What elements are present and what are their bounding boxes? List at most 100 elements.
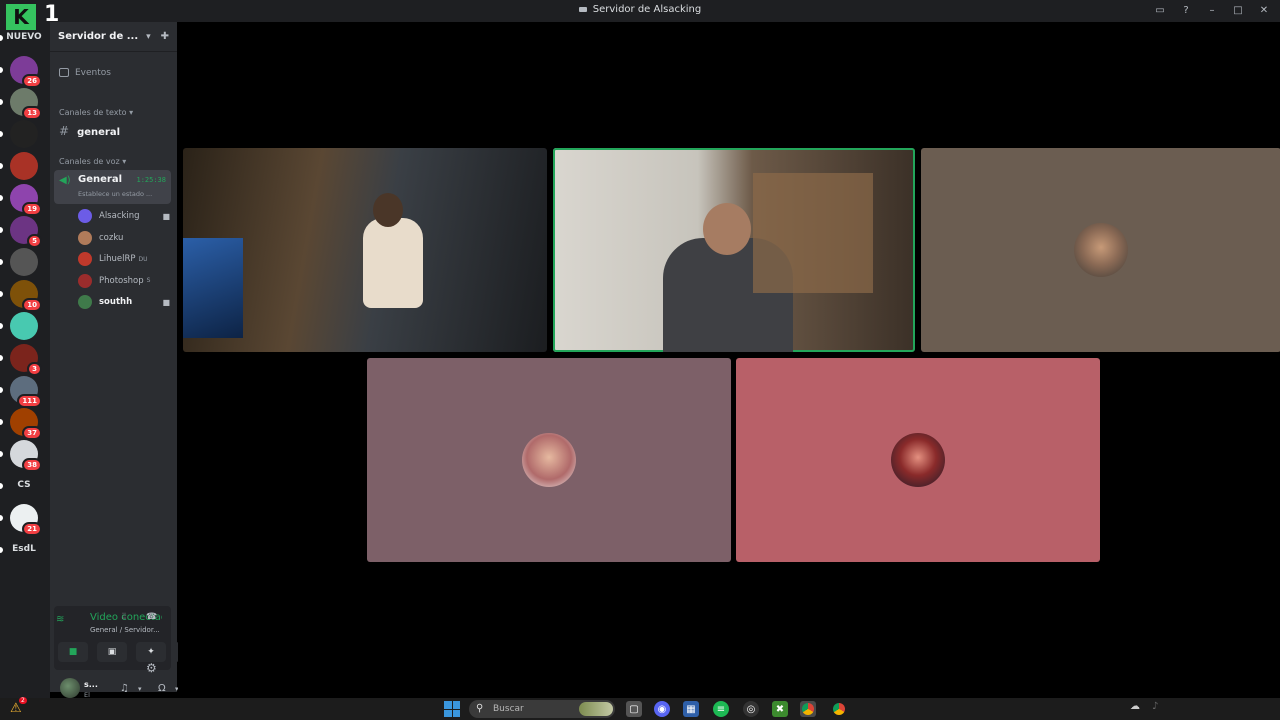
guild-icon[interactable]: 21 [10,504,42,536]
guild-unread-pip [0,163,3,169]
guild-badge: 19 [22,202,42,216]
help-icon[interactable]: ? [1178,2,1194,18]
discord-icon[interactable]: ◉ [654,701,670,717]
server-header[interactable]: Servidor de ... ▾ ✚ [50,22,177,52]
task-view-icon[interactable]: ▢ [626,701,642,717]
voice-user-row[interactable]: Photoshop S [78,273,170,289]
voice-channel-general[interactable]: ◀) General 1:25:38 Establece un estado .… [54,170,171,204]
guild-badge: 37 [22,426,42,440]
invite-icon[interactable]: ✚ [161,31,169,42]
guild-text-item[interactable]: NUEVO [6,32,42,42]
warning-icon[interactable]: ⚠ 2 [10,697,27,716]
guild-icon[interactable]: 3 [10,344,42,376]
user-avatar [78,295,92,309]
guild-text-item[interactable]: EsdL [6,544,42,554]
guild-icon[interactable]: 26 [10,56,42,88]
voice-user-row[interactable]: LihuelRP DU [78,251,170,267]
guild-text-item[interactable]: CS [6,480,42,490]
events-item[interactable]: Eventos [59,68,111,78]
voice-user-name: Alsacking [99,211,140,221]
screen-share-button[interactable]: ▣ [97,642,127,662]
guild-unread-pip [0,323,3,329]
overlay-logo: K [6,4,36,30]
voice-connected-sub[interactable]: General / Servidor... [90,626,162,634]
voice-user-name: cozku [99,232,124,243]
window-icon [578,6,587,12]
voice-user-row[interactable]: southh ■ [78,294,170,310]
taskbar-search[interactable]: ⚲ Buscar [469,700,615,718]
guild-icon[interactable]: 111 [10,376,42,408]
hash-icon: # [59,124,70,138]
guild-icon[interactable] [10,312,38,340]
voice-user-name: Photoshop [99,275,144,286]
voice-status[interactable]: Establece un estado ... [78,190,152,198]
voice-category[interactable]: Canales de voz ▾ [59,157,126,166]
video-tile-user3[interactable] [921,148,1280,352]
minimize-button[interactable]: – [1204,2,1220,18]
guild-unread-pip [0,547,3,553]
close-button[interactable]: ✕ [1256,2,1272,18]
video-grid [178,22,1280,700]
minecraft-icon[interactable]: ✖ [772,701,788,717]
search-placeholder: Buscar [493,704,524,714]
video-tile-user4[interactable] [367,358,731,562]
guild-icon[interactable] [10,152,38,180]
cloud-icon[interactable]: ☁ [1130,701,1140,712]
mic-tray-icon[interactable]: ♪ [1152,701,1158,712]
guild-icon[interactable]: 5 [10,216,42,248]
guild-unread-pip [0,99,3,105]
chrome-profile-icon[interactable] [831,701,847,717]
guild-icon[interactable]: 13 [10,88,42,120]
guild-unread-pip [0,195,3,201]
start-button[interactable] [444,701,460,717]
steam-icon[interactable]: ◎ [743,701,759,717]
video-tile-user5[interactable] [736,358,1100,562]
disconnect-icon[interactable]: ☎ [146,612,157,622]
voice-user-row[interactable]: cozku [78,230,170,246]
camera-icon: ■ [162,297,170,307]
guild-icon[interactable] [10,120,38,148]
user-avatar [78,252,92,266]
text-category[interactable]: Canales de texto ▾ [59,108,133,117]
signal-icon[interactable]: ≋ [56,614,64,625]
guild-unread-pip [0,387,3,393]
activities-button[interactable]: ✦ [136,642,166,662]
guild-unread-pip [0,515,3,521]
guild-unread-pip [0,227,3,233]
voice-timer: 1:25:38 [136,176,166,184]
settings-gear-icon[interactable]: ⚙ [146,661,157,675]
maximize-button[interactable]: □ [1230,2,1246,18]
guild-unread-pip [0,483,3,489]
mic-icon[interactable]: ♫ [120,683,129,694]
headset-icon[interactable]: Ω [158,683,166,694]
noise-suppression-icon[interactable]: ⦙⦙ [122,612,126,622]
channel-sidebar: Servidor de ... ▾ ✚ Eventos Canales de t… [50,22,205,699]
user-name: s... [84,680,98,689]
channel-general[interactable]: # general [59,124,120,138]
guild-icon[interactable] [10,248,38,276]
guild-icon[interactable]: 38 [10,440,42,472]
mic-chevron-icon[interactable]: ▾ [138,685,142,693]
inbox-icon[interactable]: ▭ [1152,2,1168,18]
store-icon[interactable]: ▦ [683,701,699,717]
calendar-icon [59,68,69,77]
title-bar: Servidor de Alsacking ▭ ? – □ ✕ [0,0,1280,22]
window-title-text: Servidor de Alsacking [592,4,702,15]
voice-category-label: Canales de voz [59,157,120,166]
guild-badge: 5 [27,234,42,248]
guild-icon[interactable]: 37 [10,408,42,440]
guild-unread-pip [0,451,3,457]
video-tile-speaking[interactable] [553,148,915,352]
chevron-down-icon: ▾ [146,31,151,42]
user-avatar[interactable] [60,678,80,698]
guild-icon[interactable]: 10 [10,280,42,312]
guild-badge: 111 [17,394,42,408]
spotify-icon[interactable]: ≡ [713,701,729,717]
guild-icon[interactable]: 19 [10,184,42,216]
activity-icon: S [146,277,151,284]
camera-button[interactable]: ■ [58,642,88,662]
voice-user-row[interactable]: Alsacking ■ [78,208,170,224]
video-tile-alsacking[interactable] [183,148,547,352]
server-name: Servidor de ... [58,31,139,42]
chrome-icon[interactable] [800,701,816,717]
